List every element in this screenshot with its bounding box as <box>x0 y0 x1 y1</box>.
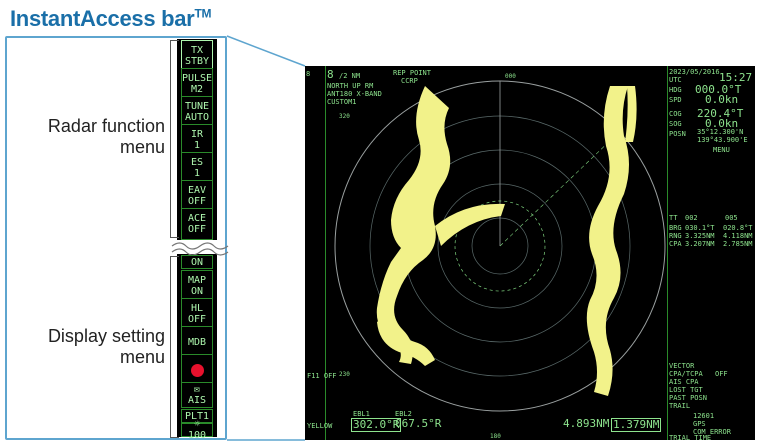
date-readout: 2023/05/2016 <box>669 68 720 76</box>
svg-text:180: 180 <box>490 433 501 440</box>
alert-source: GPS <box>693 420 706 428</box>
cpa-tcpa-value: OFF <box>715 370 728 378</box>
vector-setting[interactable]: VECTOR <box>669 362 694 370</box>
tt1-cpa: 3.207NM <box>685 240 715 248</box>
hdg-label: HDG <box>669 86 682 94</box>
posn-label: POSN <box>669 130 686 138</box>
rng-label: RNG <box>669 232 682 240</box>
radar-menu-bracket <box>170 40 179 238</box>
f11-status: F11 OFF <box>307 372 337 380</box>
ebl1-label[interactable]: EBL1 <box>353 410 370 418</box>
rep-point-label: REP POINT <box>393 69 431 77</box>
ais-button[interactable]: ✉ AIS <box>181 382 213 408</box>
cpa-label: CPA <box>669 240 682 248</box>
brg-label: BRG <box>669 224 682 232</box>
longitude: 139°43.900'E <box>697 136 748 144</box>
radar-ppi: 320 000 230 180 <box>334 73 666 440</box>
alert-number: 12601 <box>693 412 715 420</box>
brilliance-button[interactable]: ☼ 100 <box>181 419 213 441</box>
sog-label: SOG <box>669 120 682 128</box>
cpa-tcpa-setting[interactable]: CPA/TCPA <box>669 370 703 378</box>
tt-header: TT <box>669 214 678 222</box>
tt1-rng: 3.325NM <box>685 232 715 240</box>
ebl1-value[interactable]: 302.0°R <box>351 418 402 432</box>
tt1-brg: 030.1°T <box>685 224 715 232</box>
cog-label: COG <box>669 110 682 118</box>
ccrp-label: CCRP <box>401 77 418 85</box>
ebl2-value[interactable]: 067.5°R <box>395 418 441 430</box>
range-value: 8 <box>327 68 334 81</box>
trail-setting[interactable]: TRAIL <box>669 402 690 410</box>
tt2-id: 005 <box>725 214 738 222</box>
antenna-readout: ANT180 X-BAND <box>327 90 382 98</box>
lost-tgt-setting[interactable]: LOST TGT <box>669 386 703 394</box>
custom-mode[interactable]: CUSTOM1 <box>327 98 357 106</box>
display-menu-bracket <box>170 256 179 438</box>
presentation-mode[interactable]: NORTH UP RM <box>327 82 373 90</box>
vrm1-value[interactable]: 4.893NM <box>563 418 609 430</box>
display-setting-menu-label: Display setting menu <box>47 326 165 367</box>
screen-left-bar <box>305 66 326 440</box>
past-posn-setting[interactable]: PAST POSN <box>669 394 707 402</box>
spd-value: 0.0kn <box>705 93 739 106</box>
on-button[interactable]: ON <box>181 255 213 269</box>
ais-cpa-setting[interactable]: AIS CPA <box>669 378 699 386</box>
tt2-cpa: 2.785NM <box>723 240 753 248</box>
menu-button[interactable]: MENU <box>713 146 730 154</box>
trial-time-label: TRIAL TIME <box>669 434 712 442</box>
range-readout: 8 <box>306 70 311 78</box>
tt2-brg: 020.8°T <box>723 224 753 232</box>
vrm2-value[interactable]: 1.379NM <box>611 418 662 432</box>
latitude: 35°12.300'N <box>697 128 744 136</box>
svg-text:230: 230 <box>339 371 350 378</box>
tt1-id: 002 <box>685 214 698 222</box>
record-icon <box>190 363 204 377</box>
sun-icon: ☼ <box>193 419 201 430</box>
svg-text:000: 000 <box>505 73 516 80</box>
utc-label: UTC <box>669 76 682 84</box>
echo-color[interactable]: YELLOW <box>307 422 332 430</box>
range-unit: /2 NM <box>339 72 361 80</box>
ace-button[interactable]: ACE OFF <box>181 208 213 240</box>
radar-screen: 320 000 230 180 8 8 /2 NM NORTH UP RM AN… <box>305 66 755 442</box>
tt2-rng: 4.118NM <box>723 232 753 240</box>
svg-text:320: 320 <box>339 113 350 120</box>
spd-label: SPD <box>669 96 682 104</box>
envelope-icon: ✉ <box>193 384 201 395</box>
radar-function-menu-label: Radar function menu <box>47 116 165 157</box>
